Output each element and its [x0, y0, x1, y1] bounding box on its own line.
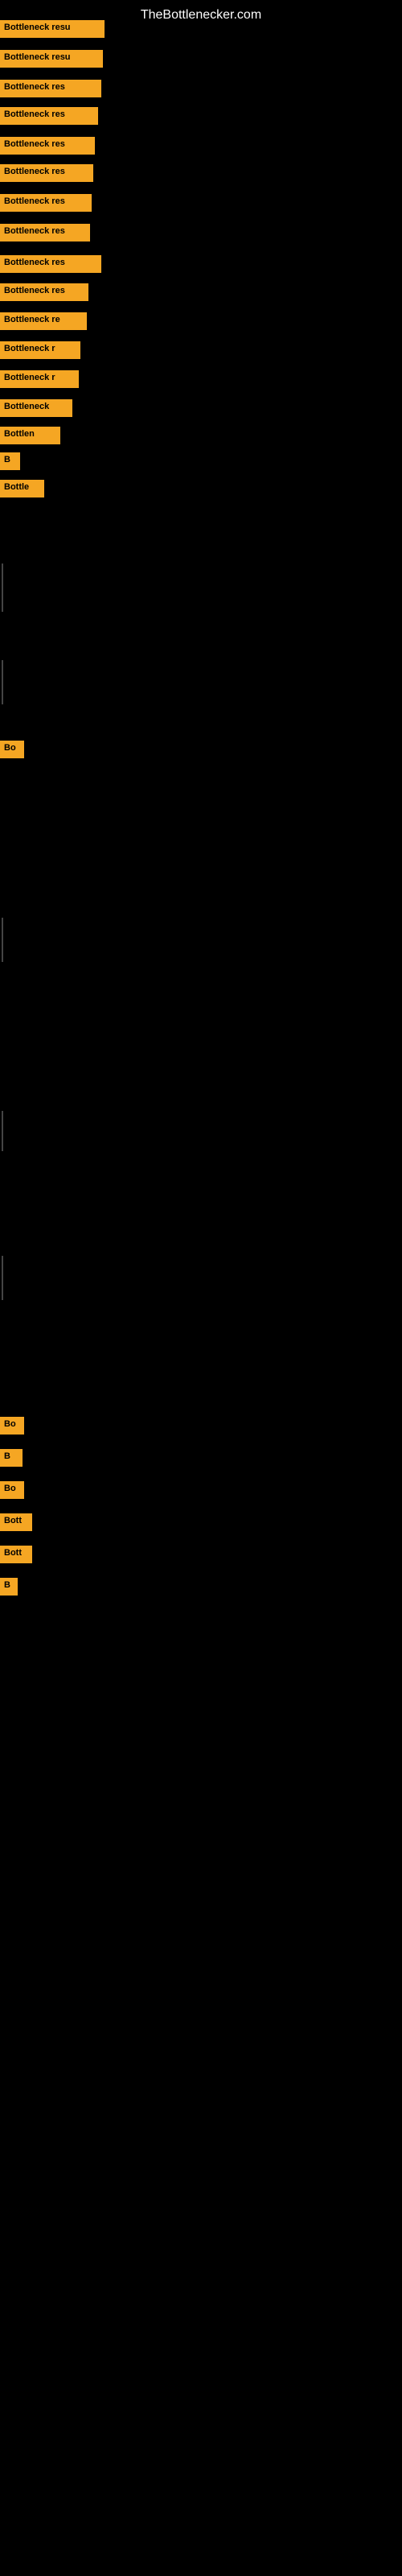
vertical-line-22 — [2, 1256, 3, 1300]
bottleneck-item-16[interactable]: Bottle — [0, 480, 44, 497]
bottleneck-item-3[interactable]: Bottleneck res — [0, 107, 98, 125]
vertical-line-18 — [2, 660, 3, 704]
bottleneck-item-7[interactable]: Bottleneck res — [0, 224, 90, 242]
vertical-line-17 — [2, 564, 3, 612]
vertical-line-21 — [2, 1111, 3, 1151]
bottleneck-item-23[interactable]: Bo — [0, 1417, 24, 1435]
bottleneck-item-10[interactable]: Bottleneck re — [0, 312, 87, 330]
vertical-line-20 — [2, 918, 3, 962]
bottleneck-item-0[interactable]: Bottleneck resu — [0, 20, 105, 38]
bottleneck-item-9[interactable]: Bottleneck res — [0, 283, 88, 301]
bottleneck-item-13[interactable]: Bottleneck — [0, 399, 72, 417]
bottleneck-item-4[interactable]: Bottleneck res — [0, 137, 95, 155]
bottleneck-item-6[interactable]: Bottleneck res — [0, 194, 92, 212]
bottleneck-item-12[interactable]: Bottleneck r — [0, 370, 79, 388]
bottleneck-item-8[interactable]: Bottleneck res — [0, 255, 101, 273]
bottleneck-item-19[interactable]: Bo — [0, 741, 24, 758]
bottleneck-item-28[interactable]: B — [0, 1578, 18, 1596]
bottleneck-item-25[interactable]: Bo — [0, 1481, 24, 1499]
bottleneck-item-26[interactable]: Bott — [0, 1513, 32, 1531]
bottleneck-item-14[interactable]: Bottlen — [0, 427, 60, 444]
bottleneck-item-24[interactable]: B — [0, 1449, 23, 1467]
bottleneck-item-1[interactable]: Bottleneck resu — [0, 50, 103, 68]
bottleneck-item-2[interactable]: Bottleneck res — [0, 80, 101, 97]
bottleneck-item-27[interactable]: Bott — [0, 1546, 32, 1563]
bottleneck-item-5[interactable]: Bottleneck res — [0, 164, 93, 182]
bottleneck-item-11[interactable]: Bottleneck r — [0, 341, 80, 359]
bottleneck-item-15[interactable]: B — [0, 452, 20, 470]
